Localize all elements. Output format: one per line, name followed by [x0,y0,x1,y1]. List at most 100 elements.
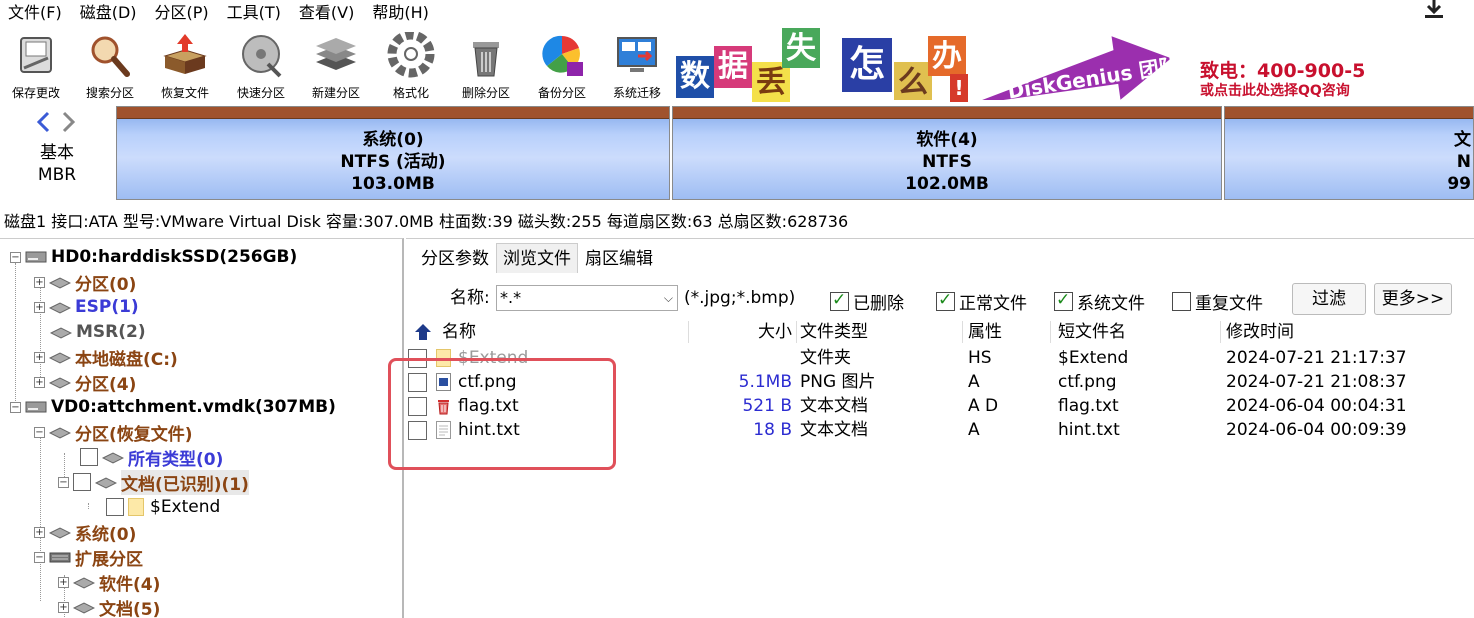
banner-qq-link[interactable]: 或点击此处选择QQ咨询 [1200,80,1350,100]
checkbox-duplicate-files[interactable]: 重复文件 [1172,289,1263,314]
tree-disk-hd0[interactable]: − HD0:harddiskSSD(256GB) [10,245,297,269]
col-size[interactable]: 大小 [756,319,792,345]
tree-checkbox[interactable] [80,448,98,466]
tree-partition-c[interactable]: + 本地磁盘(C:) [34,345,178,370]
expand-icon[interactable]: + [34,351,45,363]
checkbox-system-files[interactable]: 系统文件 [1054,289,1145,314]
tree-extend-folder[interactable]: $Extend [106,495,220,519]
col-file-type[interactable]: 文件类型 [800,319,868,345]
row-checkbox[interactable] [408,349,427,368]
folder-icon [128,498,144,516]
col-attributes[interactable]: 属性 [968,319,1002,345]
system-migrate-button[interactable]: 系统迁移 [603,32,671,102]
tree-partition-esp[interactable]: + ESP(1) [34,295,139,319]
tab-bar: 分区参数 浏览文件 扇区编辑 [414,243,660,273]
name-label: 名称: [450,288,490,308]
menu-partition[interactable]: 分区(P) [147,0,219,26]
row-checkbox[interactable] [408,421,427,440]
expand-icon[interactable]: + [58,601,69,613]
search-partition-button[interactable]: 搜索分区 [76,32,144,102]
expand-icon[interactable]: + [34,526,45,538]
format-wheel-icon [387,32,435,78]
prev-disk-icon[interactable] [36,111,50,133]
expand-icon[interactable]: + [34,301,45,313]
banner-char: 么 [894,62,932,100]
name-filter-combobox[interactable]: *.* ⌵ [496,285,678,311]
tree-documents-recognized[interactable]: − 文档(已识别)(1) [58,469,249,495]
tree-partition-4[interactable]: + 分区(4) [34,370,136,395]
collapse-icon[interactable]: − [34,426,45,438]
menu-bar: 文件(F) 磁盘(D) 分区(P) 工具(T) 查看(V) 帮助(H) [0,0,1474,26]
collapse-icon[interactable]: − [58,476,69,488]
download-icon[interactable] [1422,0,1446,20]
partition-block-system[interactable]: 系统(0) NTFS (活动) 103.0MB [116,106,670,200]
tree-checkbox[interactable] [106,498,124,516]
tree-all-types[interactable]: 所有类型(0) [80,445,223,470]
new-partition-button[interactable]: 新建分区 [302,32,370,102]
checkbox-checked-icon[interactable] [830,290,849,311]
row-checkbox[interactable] [408,397,427,416]
checkbox-checked-icon[interactable] [936,290,955,311]
col-short-name[interactable]: 短文件名 [1058,319,1126,345]
menu-file[interactable]: 文件(F) [0,0,72,26]
row-checkbox[interactable] [408,373,427,392]
filter-bar: 名称: *.* ⌵ (*.jpg;*.bmp) 已删除 正常文件 系统文件 重复… [406,281,1474,315]
tab-partition-params[interactable]: 分区参数 [414,243,496,273]
checkbox-deleted[interactable]: 已删除 [830,289,904,314]
tab-browse-files[interactable]: 浏览文件 [496,243,578,273]
save-icon [20,37,52,73]
delete-partition-button[interactable]: 删除分区 [452,32,520,102]
quick-partition-button[interactable]: 快速分区 [227,32,295,102]
partition-block-docs[interactable]: 文 N 99 [1224,106,1474,200]
table-row[interactable]: flag.txt 521 B 文本文档 A D flag.txt 2024-06… [406,394,1474,418]
col-modified-time[interactable]: 修改时间 [1226,319,1294,345]
table-row[interactable]: $Extend 文件夹 HS $Extend 2024-07-21 21:17:… [406,346,1474,370]
table-row[interactable]: ctf.png 5.1MB PNG 图片 A ctf.png 2024-07-2… [406,370,1474,394]
menu-tools[interactable]: 工具(T) [219,0,291,26]
collapse-icon[interactable]: − [34,551,45,563]
up-folder-icon[interactable] [414,323,432,341]
checkbox-checked-icon[interactable] [1054,290,1073,311]
expand-icon[interactable]: + [34,276,45,288]
partition-icon [102,452,124,464]
partition-block-software[interactable]: 软件(4) NTFS 102.0MB [672,106,1222,200]
filter-button[interactable]: 过滤 [1292,283,1366,315]
partition-icon [49,277,71,289]
checkbox-normal-files[interactable]: 正常文件 [936,289,1027,314]
disk-type: 基本 MBR [37,143,77,185]
menu-help[interactable]: 帮助(H) [364,0,439,26]
tree-disk-vd0[interactable]: − VD0:attchment.vmdk(307MB) [10,395,336,419]
tree-partition-recovered[interactable]: − 分区(恢复文件) [34,420,193,445]
backup-partition-button[interactable]: 备份分区 [528,32,596,102]
table-row[interactable]: hint.txt 18 B 文本文档 A hint.txt 2024-06-04… [406,418,1474,442]
expand-icon[interactable]: + [34,376,45,388]
collapse-icon[interactable]: − [10,251,21,263]
format-button[interactable]: 格式化 [377,32,445,102]
tree-partition-0[interactable]: + 分区(0) [34,270,136,295]
recover-files-button[interactable]: 恢复文件 [151,32,219,102]
menu-disk[interactable]: 磁盘(D) [72,0,147,26]
tab-sector-edit[interactable]: 扇区编辑 [578,243,660,273]
more-button[interactable]: 更多>> [1374,283,1452,315]
disk-nav-arrows [36,111,76,133]
ad-banner[interactable]: 数 据 丢 失 怎 么 办 ! DiskGenius 团队为您服务 致电：400… [676,26,1366,102]
collapse-icon[interactable]: − [10,401,21,413]
next-disk-icon[interactable] [62,111,76,133]
tree-partition-system[interactable]: + 系统(0) [34,520,136,545]
disk-info-line: 磁盘1 接口:ATA 型号:VMware Virtual Disk 容量:307… [4,212,849,231]
tree-checkbox[interactable] [73,473,91,491]
disk-tree: − HD0:harddiskSSD(256GB) + 分区(0) + ESP(1… [0,238,404,618]
tree-partition-msr[interactable]: MSR(2) [50,320,146,344]
partition-icon [50,327,72,339]
tree-partition-docs[interactable]: + 文档(5) [58,595,160,618]
tree-partition-software[interactable]: + 软件(4) [58,570,160,595]
tree-extended-partition[interactable]: − 扩展分区 [34,545,143,570]
folder-icon [436,349,451,367]
checkbox-unchecked-icon[interactable] [1172,292,1191,311]
file-browser-panel: 分区参数 浏览文件 扇区编辑 名称: *.* ⌵ (*.jpg;*.bmp) 已… [406,238,1474,618]
save-changes-button[interactable]: 保存更改 [2,32,70,102]
col-name[interactable]: 名称 [442,319,476,345]
chevron-down-icon[interactable]: ⌵ [664,286,673,310]
expand-icon[interactable]: + [58,576,69,588]
menu-view[interactable]: 查看(V) [291,0,364,26]
